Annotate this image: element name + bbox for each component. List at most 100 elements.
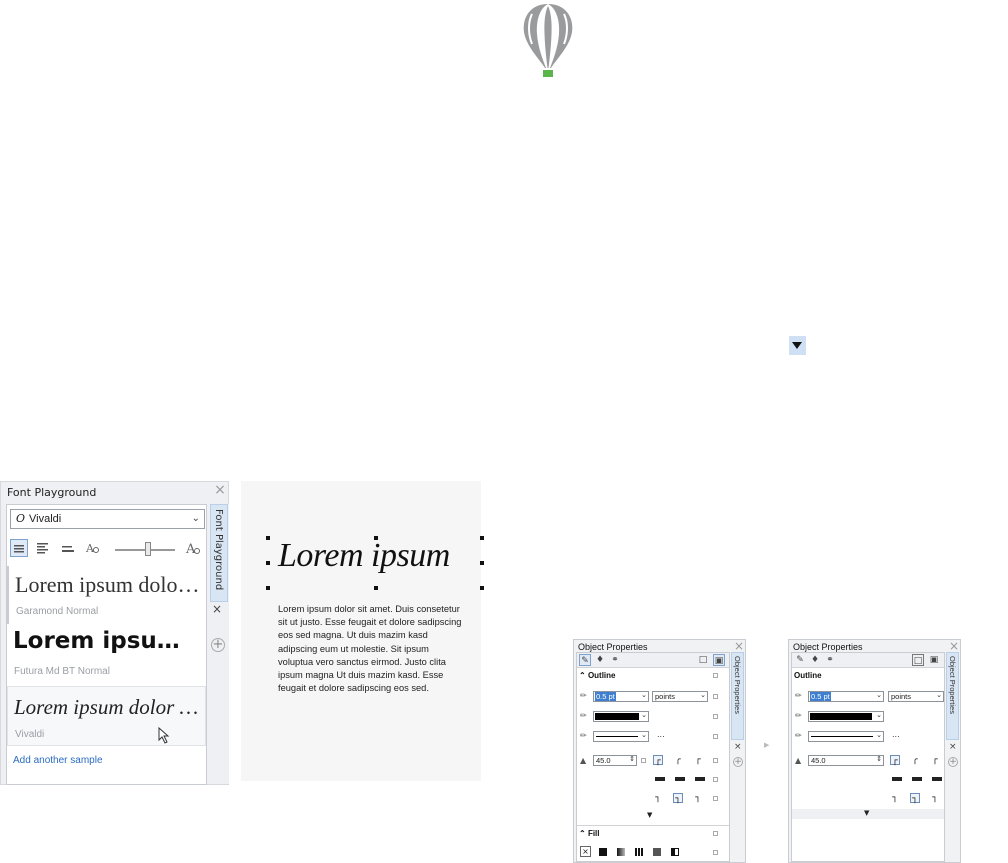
- option-icon[interactable]: [713, 850, 718, 855]
- small-view-button[interactable]: [10, 539, 28, 557]
- miter-corner-icon[interactable]: ┌: [890, 755, 900, 766]
- miter-limit-field[interactable]: 45.0 ⇕: [808, 755, 884, 766]
- frame-icon[interactable]: □: [697, 654, 709, 666]
- add-docker-icon[interactable]: +: [211, 638, 225, 652]
- pen-icon[interactable]: ✎: [579, 654, 591, 666]
- zoom-in-icon[interactable]: A: [185, 539, 203, 557]
- selection-handle[interactable]: [266, 586, 270, 590]
- outside-position-icon[interactable]: ┐: [890, 793, 900, 803]
- option-icon[interactable]: [713, 796, 718, 801]
- selection-handle[interactable]: [374, 536, 378, 540]
- fountain-fill-icon[interactable]: [617, 848, 625, 856]
- zoom-out-icon[interactable]: A: [85, 539, 103, 557]
- option-icon[interactable]: [713, 777, 718, 782]
- docker-tab-close-icon[interactable]: ×: [949, 742, 957, 752]
- chevron-down-icon: ⌄: [641, 712, 647, 719]
- square-cap-icon[interactable]: [932, 777, 942, 781]
- outline-width-field[interactable]: 0.5 pt ⌄: [593, 691, 649, 702]
- round-cap-icon[interactable]: [675, 777, 685, 781]
- option-icon[interactable]: [713, 758, 718, 763]
- artistic-text[interactable]: Lorem ipsum: [278, 537, 450, 575]
- line-style-select[interactable]: ⌄: [593, 731, 649, 742]
- selection-handle[interactable]: [480, 561, 484, 565]
- expand-icon[interactable]: ▼: [647, 811, 652, 819]
- texture-fill-icon[interactable]: [653, 848, 661, 856]
- zoom-slider-thumb[interactable]: [144, 542, 151, 556]
- list-item[interactable]: Lorem ipsum dolor sit amet Vivaldi: [7, 686, 206, 746]
- bevel-corner-icon[interactable]: ┌: [693, 755, 703, 765]
- butt-cap-icon[interactable]: [655, 777, 665, 781]
- scrollbar[interactable]: [721, 668, 727, 858]
- show-all-icon[interactable]: ▣: [713, 654, 725, 666]
- close-icon[interactable]: ×: [949, 639, 959, 653]
- option-icon[interactable]: [713, 734, 718, 739]
- option-icon[interactable]: [713, 714, 718, 719]
- miter-limit-field[interactable]: 45.0 ⇕: [593, 755, 637, 766]
- paragraph-view-button[interactable]: [59, 539, 77, 557]
- postscript-fill-icon[interactable]: [671, 848, 679, 856]
- docker-tab-font-playground[interactable]: Font Playground: [210, 504, 228, 602]
- outline-section-header[interactable]: ⌃ Outline: [579, 671, 616, 680]
- docker-tab-label: Object Properties: [948, 656, 957, 714]
- close-icon[interactable]: ×: [734, 639, 744, 653]
- selection-handle[interactable]: [266, 561, 270, 565]
- add-sample-link[interactable]: Add another sample: [13, 755, 103, 766]
- selection-handle[interactable]: [480, 536, 484, 540]
- docker-tab-close-icon[interactable]: ×: [734, 742, 742, 752]
- docker-tab-object-properties[interactable]: Object Properties: [946, 652, 959, 740]
- square-cap-icon[interactable]: [695, 777, 705, 781]
- no-fill-icon[interactable]: ×: [580, 846, 591, 857]
- option-icon[interactable]: [641, 758, 646, 763]
- inside-position-icon[interactable]: ┐: [693, 793, 703, 803]
- selection-handle[interactable]: [266, 536, 270, 540]
- transparency-icon[interactable]: ⚭: [824, 654, 836, 666]
- outline-color-picker[interactable]: ⌄: [593, 711, 649, 722]
- add-docker-icon[interactable]: +: [733, 757, 743, 767]
- outline-width-icon: ✏: [580, 691, 587, 700]
- bevel-corner-icon[interactable]: ┌: [930, 755, 940, 765]
- transparency-icon[interactable]: ⚭: [609, 654, 621, 666]
- panel-title: Font Playground: [7, 486, 97, 499]
- selection-handle[interactable]: [480, 586, 484, 590]
- docker-tab-object-properties[interactable]: Object Properties: [731, 652, 744, 740]
- list-item[interactable]: Lorem ipsum dolor Futura Md BT Normal: [7, 626, 206, 686]
- units-select[interactable]: points ⌄: [652, 691, 708, 702]
- units-select[interactable]: points ⌄: [888, 691, 944, 702]
- outline-width-field[interactable]: 0.5 pt ⌄: [808, 691, 884, 702]
- center-position-icon[interactable]: ┐: [910, 793, 920, 804]
- option-icon[interactable]: [713, 694, 718, 699]
- outline-color-picker[interactable]: ⌄: [808, 711, 884, 722]
- line-style-select[interactable]: ⌄: [808, 731, 884, 742]
- round-corner-icon[interactable]: ╭: [910, 755, 920, 765]
- pattern-fill-icon[interactable]: [635, 848, 643, 856]
- sample-text: Lorem ipsum dolor sit amet: [15, 572, 201, 597]
- add-docker-icon[interactable]: +: [948, 757, 958, 767]
- single-line-view-button[interactable]: [35, 539, 53, 557]
- more-options-button[interactable]: ...: [657, 730, 665, 739]
- center-position-icon[interactable]: ┐: [673, 793, 683, 804]
- show-all-icon[interactable]: ▣: [928, 654, 940, 666]
- uniform-fill-icon[interactable]: [599, 848, 607, 856]
- fill-section-header[interactable]: ⌃ Fill: [579, 829, 600, 838]
- fill-bucket-icon[interactable]: ♦: [594, 654, 606, 666]
- frame-icon[interactable]: □: [912, 654, 924, 666]
- fill-bucket-icon[interactable]: ♦: [809, 654, 821, 666]
- pen-icon[interactable]: ✎: [794, 654, 806, 666]
- round-cap-icon[interactable]: [912, 777, 922, 781]
- dropdown-arrow-icon[interactable]: [789, 336, 806, 355]
- close-icon[interactable]: ×: [212, 482, 228, 498]
- selection-handle[interactable]: [374, 586, 378, 590]
- font-selector[interactable]: O Vivaldi ⌄: [10, 509, 205, 529]
- butt-cap-icon[interactable]: [892, 777, 902, 781]
- section-option-icon[interactable]: [713, 673, 718, 678]
- expand-bar[interactable]: ▼: [792, 809, 944, 819]
- inside-position-icon[interactable]: ┐: [930, 793, 940, 803]
- round-corner-icon[interactable]: ╭: [673, 755, 683, 765]
- option-icon[interactable]: [713, 831, 718, 836]
- outside-position-icon[interactable]: ┐: [653, 793, 663, 803]
- paragraph-text[interactable]: Lorem ipsum dolor sit amet. Duis consete…: [278, 603, 464, 695]
- list-item[interactable]: Lorem ipsum dolor sit amet Garamond Norm…: [7, 566, 208, 624]
- docker-tab-close-icon[interactable]: ×: [212, 602, 222, 616]
- more-options-button[interactable]: ...: [892, 730, 900, 739]
- miter-corner-icon[interactable]: ┌: [653, 755, 663, 766]
